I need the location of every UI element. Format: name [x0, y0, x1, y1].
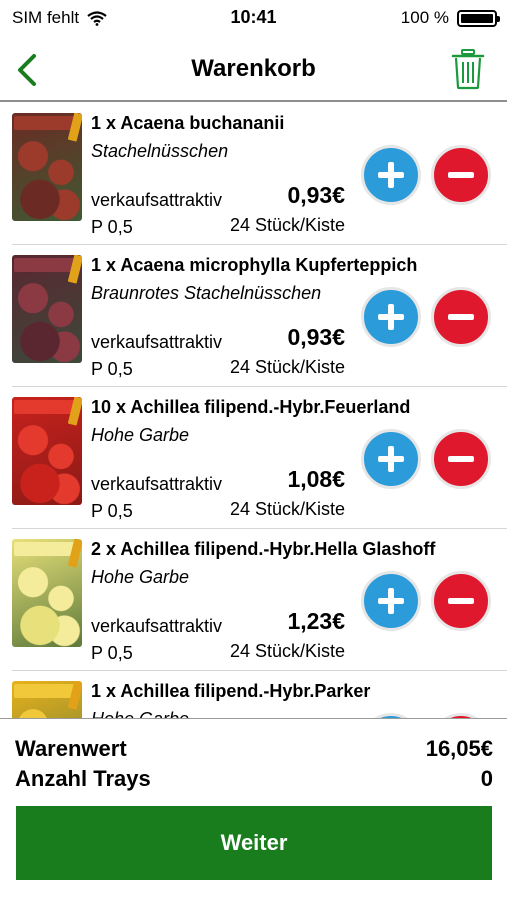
- battery-icon: [457, 9, 500, 27]
- item-subtitle: Hohe Garbe: [91, 709, 189, 718]
- increase-quantity-button[interactable]: [361, 571, 421, 631]
- trays-value: 0: [480, 766, 493, 791]
- plus-icon: [378, 304, 404, 330]
- item-price: 1,23€: [287, 608, 345, 634]
- battery-fill: [461, 13, 493, 23]
- plant-image: [12, 113, 82, 221]
- item-attribute: verkaufsattraktiv: [91, 332, 223, 352]
- item-pack-size: 24 Stück/Kiste: [229, 215, 345, 235]
- minus-icon: [448, 456, 474, 462]
- item-p-value: P 0,5: [91, 643, 133, 663]
- plus-icon: [378, 588, 404, 614]
- status-right: 100 %: [400, 8, 500, 28]
- item-attribute: verkaufsattraktiv: [91, 474, 223, 494]
- cart-list[interactable]: 1 x Acaena buchananii Stachelnüsschen verk…: [0, 103, 507, 718]
- minus-icon: [448, 598, 474, 604]
- warenwert-value: 16,05€: [425, 736, 493, 761]
- increase-quantity-button[interactable]: [361, 429, 421, 489]
- decrease-quantity-button[interactable]: [431, 287, 491, 347]
- item-p-value: P 0,5: [91, 359, 133, 379]
- page-title: Warenkorb: [191, 55, 316, 82]
- item-pack-size: 24 Stück/Kiste: [229, 641, 345, 661]
- increase-quantity-button[interactable]: [361, 145, 421, 205]
- weiter-button[interactable]: Weiter: [16, 806, 492, 880]
- item-subtitle: Stachelnüsschen: [91, 141, 229, 161]
- warenwert-label: Warenwert: [15, 736, 127, 761]
- item-attribute: verkaufsattraktiv: [91, 616, 223, 636]
- trash-icon: [451, 49, 485, 90]
- item-subtitle: Braunrotes Stachelnüsschen: [91, 283, 322, 303]
- cart-item[interactable]: 10 x Achillea filipend.-Hybr.Feuerland Ho…: [0, 387, 507, 529]
- minus-icon: [448, 314, 474, 320]
- plant-image: [12, 681, 82, 718]
- cart-item[interactable]: 2 x Achillea filipend.-Hybr.Hella Glasho…: [0, 529, 507, 671]
- minus-icon: [448, 172, 474, 178]
- cart-item[interactable]: 1 x Acaena microphylla Kupferteppich Brau…: [0, 245, 507, 387]
- item-title: 1 x Acaena buchananii: [91, 113, 285, 133]
- item-subtitle: Hohe Garbe: [91, 425, 190, 445]
- item-pack-size: 24 Stück/Kiste: [229, 499, 345, 519]
- cart-item[interactable]: 1 x Acaena buchananii Stachelnüsschen verk…: [0, 103, 507, 245]
- item-attribute: verkaufsattraktiv: [91, 190, 223, 210]
- battery-tip: [497, 15, 500, 22]
- plus-icon: [378, 446, 404, 472]
- battery-percent: 100 %: [400, 8, 449, 27]
- plant-image: [12, 255, 82, 363]
- item-subtitle: Hohe Garbe: [91, 567, 190, 587]
- status-bar: SIM fehlt 10:41 100 %: [0, 0, 507, 36]
- item-title: 2 x Achillea filipend.-Hybr.Hella Glasho…: [91, 539, 436, 559]
- plant-image: [12, 397, 82, 505]
- nav-bar: Warenkorb: [0, 36, 507, 102]
- item-title: 10 x Achillea filipend.-Hybr.Feuerland: [91, 397, 411, 417]
- decrease-quantity-button[interactable]: [431, 145, 491, 205]
- plus-icon: [378, 162, 404, 188]
- item-title: 1 x Acaena microphylla Kupferteppich: [91, 255, 418, 275]
- plant-image: [12, 539, 82, 647]
- item-title: 1 x Achillea filipend.-Hybr.Parker: [91, 681, 371, 701]
- cart-summary: Warenwert 16,05€ Anzahl Trays 0 Weiter: [0, 718, 507, 900]
- item-price: 1,08€: [287, 466, 345, 492]
- item-price: 0,93€: [287, 182, 345, 208]
- decrease-quantity-button[interactable]: [431, 571, 491, 631]
- item-p-value: P 0,5: [91, 217, 133, 237]
- cart-item[interactable]: 1 x Achillea filipend.-Hybr.Parker Hohe G…: [0, 671, 507, 718]
- delete-all-button[interactable]: [451, 48, 485, 90]
- trays-label: Anzahl Trays: [15, 766, 151, 791]
- increase-quantity-button[interactable]: [361, 287, 421, 347]
- item-pack-size: 24 Stück/Kiste: [229, 357, 345, 377]
- item-p-value: P 0,5: [91, 501, 133, 521]
- decrease-quantity-button[interactable]: [431, 429, 491, 489]
- item-price: 0,93€: [287, 324, 345, 350]
